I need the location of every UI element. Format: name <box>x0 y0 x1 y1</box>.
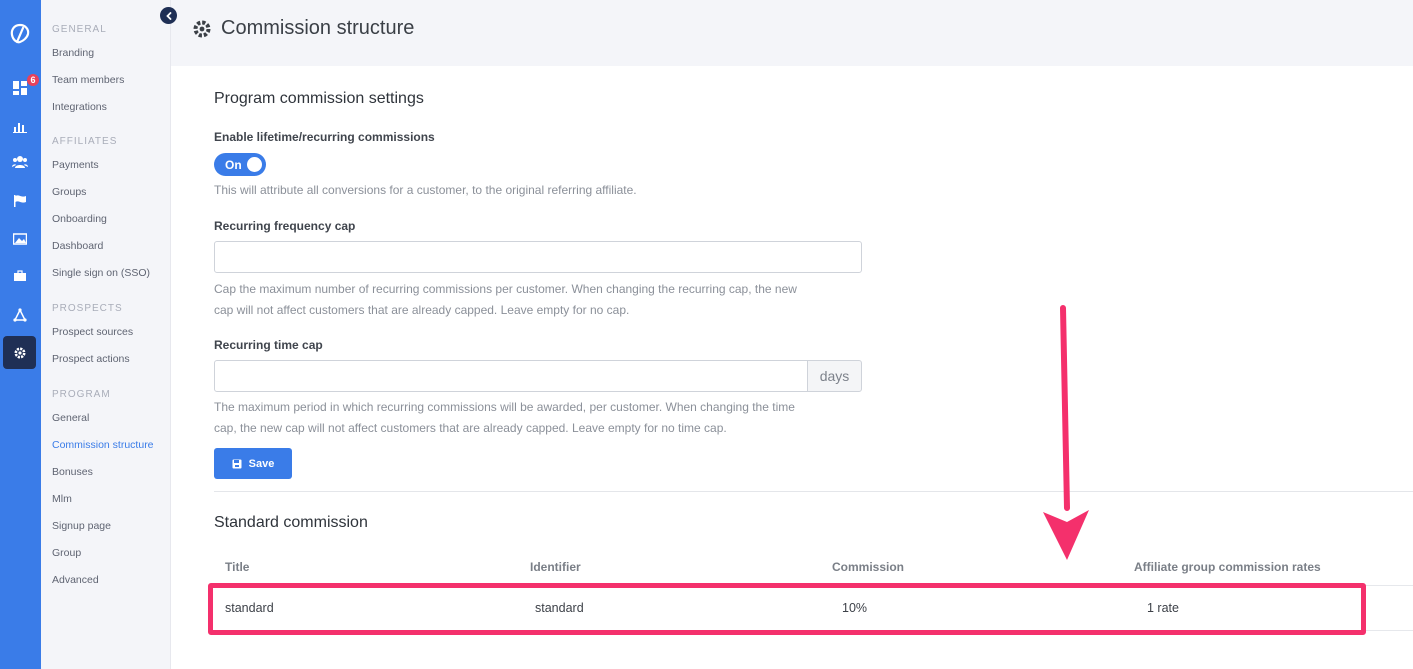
sidebar-item-prospect-actions[interactable]: Prospect actions <box>52 353 130 365</box>
sidebar-heading-general: GENERAL <box>52 24 107 35</box>
collapse-sidebar-button[interactable] <box>160 7 177 24</box>
sidebar-item-team-members[interactable]: Team members <box>52 74 124 86</box>
column-identifier: Identifier <box>530 560 581 574</box>
settings-gear-icon[interactable] <box>3 336 36 369</box>
sidebar-item-commission-structure[interactable]: Commission structure <box>52 439 154 451</box>
notification-badge: 6 <box>27 74 39 86</box>
sidebar-item-mlm[interactable]: Mlm <box>52 493 72 505</box>
sidebar-heading-program: PROGRAM <box>52 389 111 400</box>
lifetime-label: Enable lifetime/recurring commissions <box>214 130 435 144</box>
app-logo-icon[interactable] <box>8 22 32 46</box>
time-cap-input[interactable] <box>214 360 808 392</box>
lifetime-toggle[interactable]: On <box>214 153 266 176</box>
time-cap-help-1: The maximum period in which recurring co… <box>214 400 795 414</box>
column-group-rates: Affiliate group commission rates <box>1134 560 1321 574</box>
icon-rail: 6 <box>0 0 41 669</box>
image-icon[interactable] <box>9 228 31 250</box>
save-label: Save <box>248 457 275 470</box>
settings-sidebar: GENERAL Branding Team members Integratio… <box>41 0 171 669</box>
page-title: Commission structure <box>221 17 415 39</box>
sidebar-item-branding[interactable]: Branding <box>52 47 94 59</box>
column-title: Title <box>225 560 250 574</box>
sidebar-item-integrations[interactable]: Integrations <box>52 101 107 113</box>
sidebar-item-signup-page[interactable]: Signup page <box>52 520 111 532</box>
sidebar-item-general[interactable]: General <box>52 412 89 424</box>
freq-cap-label: Recurring frequency cap <box>214 219 356 233</box>
gear-icon <box>193 20 211 37</box>
sidebar-item-groups[interactable]: Groups <box>52 186 86 198</box>
sidebar-item-advanced[interactable]: Advanced <box>52 574 99 586</box>
page-header: Commission structure <box>171 0 1413 66</box>
chevron-left-icon <box>165 11 171 20</box>
chart-icon[interactable] <box>9 115 31 137</box>
save-button[interactable]: Save <box>214 448 292 479</box>
sidebar-item-dashboard[interactable]: Dashboard <box>52 240 103 252</box>
time-cap-help-2: cap, the new cap will not affect custome… <box>214 421 727 435</box>
toggle-state: On <box>225 157 242 172</box>
highlight-box <box>208 583 1366 635</box>
time-cap-label: Recurring time cap <box>214 338 323 352</box>
sidebar-item-bonuses[interactable]: Bonuses <box>52 466 93 478</box>
sidebar-item-group[interactable]: Group <box>52 547 81 559</box>
briefcase-icon[interactable] <box>9 265 31 287</box>
sidebar-heading-affiliates: AFFILIATES <box>52 136 118 147</box>
users-icon[interactable] <box>9 151 31 173</box>
lifetime-help: This will attribute all conversions for … <box>214 183 637 197</box>
annotation-arrow-icon <box>1043 305 1089 560</box>
sidebar-item-onboarding[interactable]: Onboarding <box>52 213 107 225</box>
freq-cap-input[interactable] <box>214 241 862 273</box>
toggle-knob <box>247 157 262 172</box>
floppy-disk-icon <box>232 459 242 468</box>
network-icon[interactable] <box>9 304 31 326</box>
column-commission: Commission <box>832 560 905 574</box>
section-divider <box>214 491 1413 492</box>
sidebar-item-payments[interactable]: Payments <box>52 159 99 171</box>
freq-cap-help-1: Cap the maximum number of recurring comm… <box>214 282 797 296</box>
freq-cap-help-2: cap will not affect customers that are a… <box>214 303 630 317</box>
sidebar-item-prospect-sources[interactable]: Prospect sources <box>52 326 133 338</box>
flag-icon[interactable] <box>9 190 31 212</box>
sidebar-heading-prospects: PROSPECTS <box>52 303 123 314</box>
standard-heading: Standard commission <box>214 514 368 531</box>
settings-heading: Program commission settings <box>214 90 424 107</box>
sidebar-item-sso[interactable]: Single sign on (SSO) <box>52 267 150 279</box>
time-cap-unit: days <box>807 360 862 392</box>
